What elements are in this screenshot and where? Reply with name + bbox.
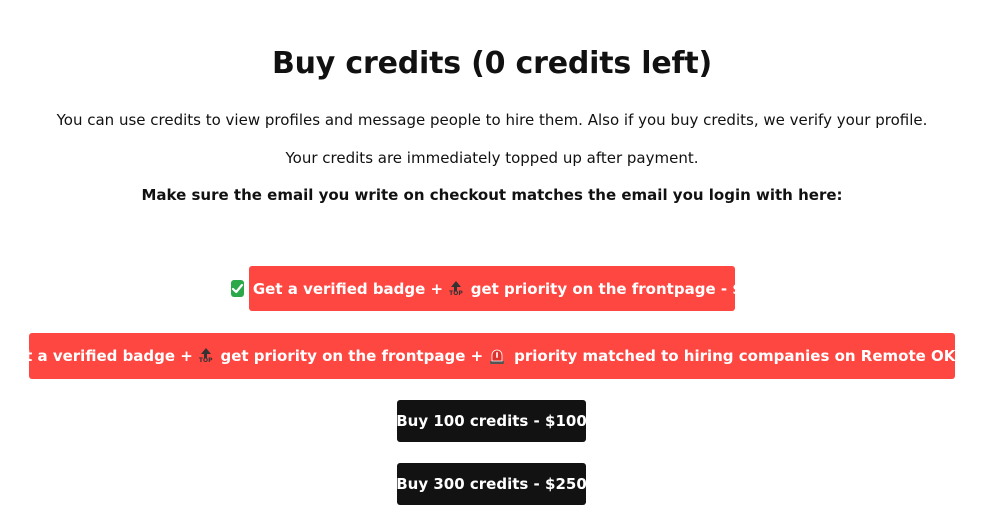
buy-credits-page: Buy credits (0 credits left) You can use…	[0, 0, 1000, 517]
buy-300-credits-button[interactable]: Buy 300 credits - $250	[396, 463, 587, 505]
top-arrow-icon: TOP	[449, 280, 463, 298]
credits-usage-text: You can use credits to view profiles and…	[56, 111, 928, 129]
offer-text-part: priority matched to hiring companies on …	[514, 347, 1000, 365]
verified-badge-5-button[interactable]: Get a verified badge + TOP get priority …	[230, 266, 753, 311]
offer-text-part: Get a verified badge +	[2, 347, 193, 365]
offer-text-part: get priority on the frontpage +	[220, 347, 484, 365]
siren-icon	[489, 347, 505, 365]
verified-badge-10-button[interactable]: Get a verified badge + TOP get priority …	[3, 333, 1000, 379]
offer-text-part: Get a verified badge +	[252, 279, 444, 298]
buy-100-credits-button[interactable]: Buy 100 credits - $100	[396, 400, 587, 442]
check-mark-icon	[230, 280, 244, 297]
topup-info-text: Your credits are immediately topped up a…	[285, 149, 699, 167]
top-arrow-icon: TOP	[199, 347, 212, 365]
offer-text-part: get priority on the frontpage - $5	[470, 279, 754, 298]
email-match-note: Make sure the email you write on checkou…	[141, 186, 843, 204]
page-title: Buy credits (0 credits left)	[271, 46, 713, 81]
